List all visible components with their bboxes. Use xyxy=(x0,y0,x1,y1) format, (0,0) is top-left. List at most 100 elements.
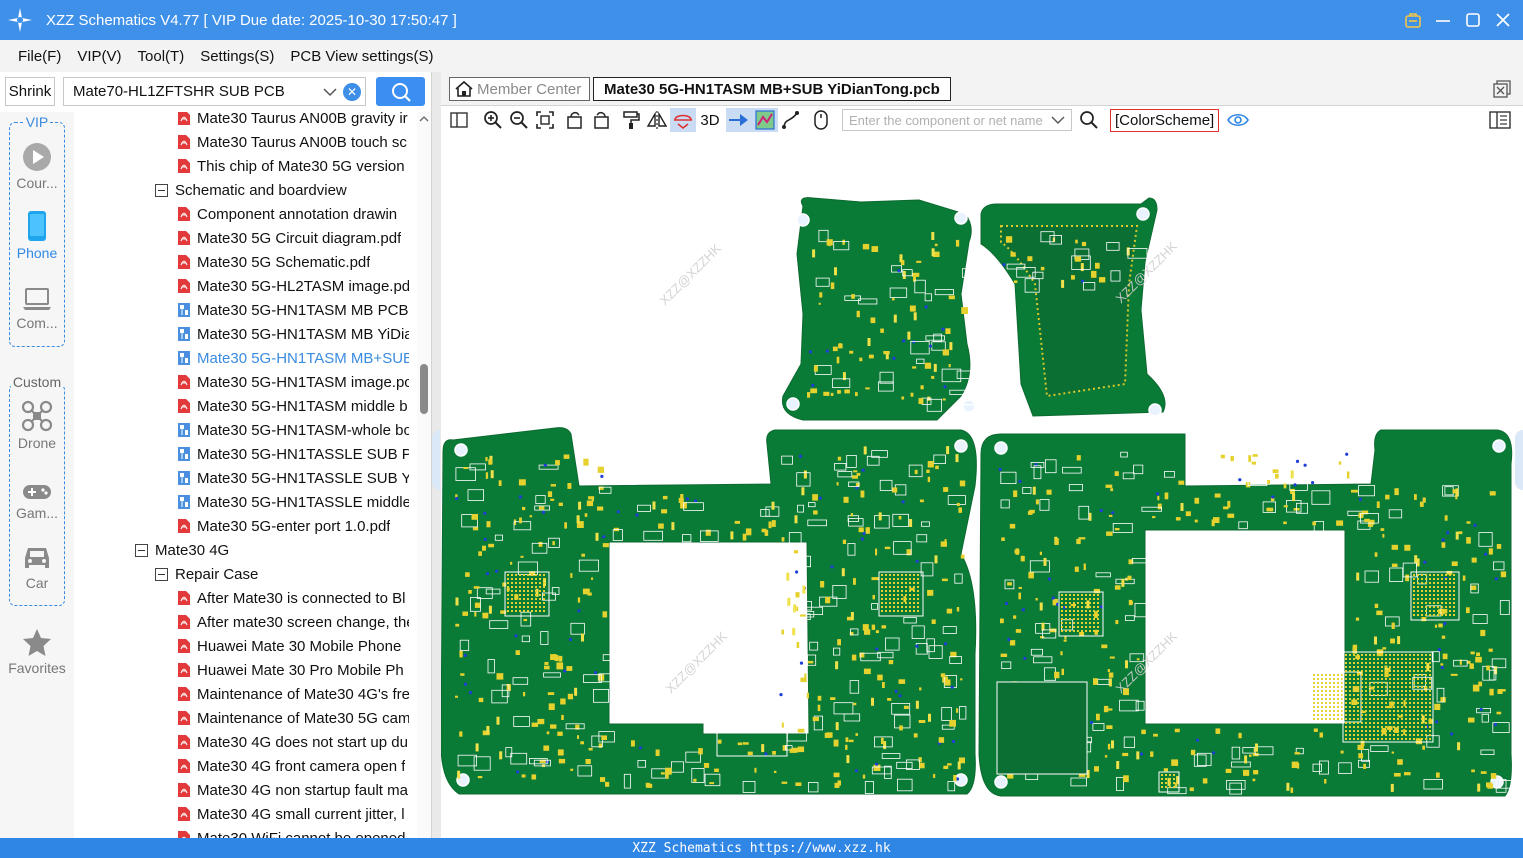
tree-file-item[interactable]: Mate30 5G-HN1TASSLE SUB YiD xyxy=(177,466,409,490)
tree-scrollbar[interactable] xyxy=(417,112,431,838)
tree-file-item[interactable]: Mate30 Taurus AN00B touch sc xyxy=(177,130,409,154)
tree-file-item[interactable]: Mate30 5G-HN1TASM image.pc xyxy=(177,370,409,394)
tab-member-center[interactable]: Member Center xyxy=(449,77,591,101)
tree-file-item[interactable]: This chip of Mate30 5G version xyxy=(177,154,409,178)
category-courses[interactable]: Cour... xyxy=(0,138,74,191)
pcb-canvas[interactable]: XZZ@XZZHK XZZ@XZZHK XZZ@XZZHK XZZ@XZZHK xyxy=(441,134,1523,838)
tree-file-item[interactable]: Mate30 WiFi cannot be opened xyxy=(177,826,409,838)
right-panel-toggle-icon[interactable] xyxy=(1489,110,1511,130)
zoom-out-button[interactable] xyxy=(506,108,532,132)
collapse-left-panel-handle[interactable] xyxy=(432,430,440,490)
tree-file-item[interactable]: Mate30 5G-HN1TASSLE middle xyxy=(177,490,409,514)
bga-ball xyxy=(1317,698,1319,700)
tree-file-item[interactable]: Mate30 5G-HN1TASSLE SUB PC xyxy=(177,442,409,466)
tree-file-item[interactable]: Mate30 5G-HN1TASM MB PCB xyxy=(177,298,409,322)
bga-ball xyxy=(1345,710,1347,712)
tree-file-item[interactable]: Mate30 5G-enter port 1.0.pdf xyxy=(177,514,409,538)
pad xyxy=(496,716,500,725)
net-search-button[interactable] xyxy=(1076,108,1102,132)
net-search-input[interactable]: Enter the component or net name xyxy=(842,109,1072,131)
bga-ball xyxy=(1405,726,1407,728)
3d-view-button[interactable]: 3D xyxy=(696,108,724,132)
tree-file-item[interactable]: Huawei Mate 30 Mobile Phone xyxy=(177,634,409,658)
tree-file-item[interactable]: After mate30 screen change, the xyxy=(177,610,409,634)
mouse-mode-button[interactable] xyxy=(808,108,834,132)
tree-file-item[interactable]: Mate30 5G-HN1TASM-whole bo xyxy=(177,418,409,442)
tree-file-item[interactable]: Mate30 4G front camera open f xyxy=(177,754,409,778)
zoom-in-button[interactable] xyxy=(480,108,506,132)
pad xyxy=(1035,499,1039,505)
menu-file[interactable]: File(F) xyxy=(10,48,69,65)
via xyxy=(1484,552,1488,556)
pin-mode-button[interactable] xyxy=(726,108,752,132)
pad xyxy=(1283,521,1287,525)
tree-folder[interactable]: Mate30 4G xyxy=(135,538,409,562)
collapse-icon[interactable] xyxy=(135,543,148,557)
tree-file-item[interactable]: Huawei Mate 30 Pro Mobile Ph xyxy=(177,658,409,682)
paint-button[interactable] xyxy=(618,108,644,132)
via xyxy=(468,691,473,695)
color-scheme-button[interactable]: [ColorScheme] xyxy=(1110,108,1220,132)
category-computer[interactable]: Com... xyxy=(0,278,74,331)
menu-vip[interactable]: VIP(V) xyxy=(69,48,129,65)
maximize-button[interactable] xyxy=(1463,10,1483,30)
mirror-button[interactable] xyxy=(644,108,670,132)
bga-ball xyxy=(1425,682,1427,684)
search-button[interactable] xyxy=(376,77,425,106)
pad xyxy=(662,495,668,500)
bga-ball xyxy=(1329,686,1331,688)
category-game[interactable]: Gam... xyxy=(0,468,74,521)
collapse-icon[interactable] xyxy=(155,183,168,197)
tree-folder[interactable]: Repair Case xyxy=(155,562,409,586)
chevron-down-icon[interactable] xyxy=(321,83,339,101)
tree-folder[interactable]: Schematic and boardview xyxy=(155,178,409,202)
scroll-up-icon[interactable] xyxy=(419,114,429,124)
tree-file-item[interactable]: Mate30 5G-HL2TASM image.pd xyxy=(177,274,409,298)
rotate-left-button[interactable] xyxy=(562,108,588,132)
tree-file-item[interactable]: Mate30 5G-HN1TASM MB YiDia xyxy=(177,322,409,346)
category-drone[interactable]: Drone xyxy=(0,398,74,451)
shrink-button[interactable]: Shrink xyxy=(5,77,55,106)
bga-ball xyxy=(1445,582,1447,584)
rotate-right-button[interactable] xyxy=(588,108,614,132)
category-car[interactable]: Car xyxy=(0,538,74,591)
category-phone[interactable]: Phone xyxy=(0,208,74,261)
minimize-button[interactable] xyxy=(1433,10,1453,30)
tree-file-item[interactable]: Component annotation drawin xyxy=(177,202,409,226)
tree-file-item[interactable]: Mate30 4G non startup fault ma xyxy=(177,778,409,802)
split-view-button[interactable] xyxy=(446,108,472,132)
collapse-right-panel-handle[interactable] xyxy=(1515,430,1523,490)
chevron-down-icon[interactable] xyxy=(1051,115,1065,125)
menu-pcb-view-settings[interactable]: PCB View settings(S) xyxy=(282,48,441,65)
tab-active-pcb-file[interactable]: Mate30 5G-HN1TASM MB+SUB YiDianTong.pcb xyxy=(593,77,951,101)
close-button[interactable] xyxy=(1493,10,1513,30)
top-side-button[interactable] xyxy=(670,108,696,132)
visibility-button[interactable] xyxy=(1225,108,1251,132)
trace-tool-button[interactable] xyxy=(778,108,804,132)
pad xyxy=(742,742,749,745)
vip-bag-icon[interactable] xyxy=(1403,10,1423,30)
fit-view-button[interactable] xyxy=(532,108,558,132)
net-highlight-button[interactable] xyxy=(752,108,778,132)
bga-ball xyxy=(1333,718,1335,720)
close-tabs-icon[interactable] xyxy=(1493,80,1511,98)
pcb-board-drawing[interactable]: XZZ@XZZHK XZZ@XZZHKXZZ@XZZHK XZZ@XZZHK xyxy=(441,134,1523,838)
tree-file-item[interactable]: Mate30 4G does not start up du xyxy=(177,730,409,754)
bga-ball xyxy=(901,606,903,608)
tree-file-item[interactable]: Mate30 5G Schematic.pdf xyxy=(177,250,409,274)
menu-tool[interactable]: Tool(T) xyxy=(130,48,193,65)
model-select[interactable]: Mate70-HL1ZFTSHR SUB PCB ✕ xyxy=(63,77,366,106)
tree-file-item[interactable]: After Mate30 is connected to Bl xyxy=(177,586,409,610)
category-favorites[interactable]: Favorites xyxy=(0,623,74,676)
menu-settings[interactable]: Settings(S) xyxy=(192,48,282,65)
tree-file-item[interactable]: Mate30 5G-HN1TASM MB+SUB xyxy=(177,346,409,370)
tree-scroll-thumb[interactable] xyxy=(420,364,428,414)
clear-icon[interactable]: ✕ xyxy=(343,82,361,101)
tree-file-item[interactable]: Mate30 Taurus AN00B gravity ir xyxy=(177,112,409,130)
tree-file-item[interactable]: Maintenance of Mate30 4G's fre xyxy=(177,682,409,706)
collapse-icon[interactable] xyxy=(155,567,168,581)
tree-file-item[interactable]: Mate30 4G small current jitter, l xyxy=(177,802,409,826)
tree-file-item[interactable]: Mate30 5G-HN1TASM middle b xyxy=(177,394,409,418)
tree-file-item[interactable]: Mate30 5G Circuit diagram.pdf xyxy=(177,226,409,250)
tree-file-item[interactable]: Maintenance of Mate30 5G cam xyxy=(177,706,409,730)
